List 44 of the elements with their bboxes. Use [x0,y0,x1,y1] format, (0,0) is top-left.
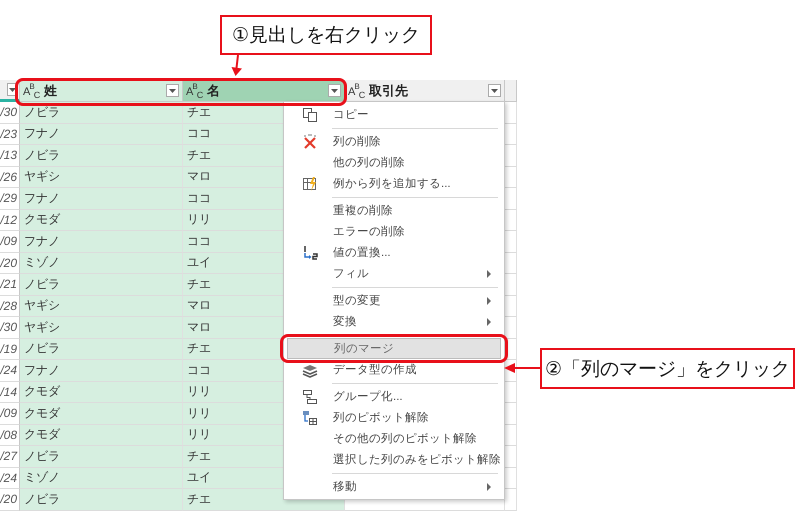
copy-icon [302,106,318,122]
table-cell: フナノ [20,231,183,252]
column-title: 取引先 [369,82,410,100]
column-title: 名 [207,82,222,100]
table-cell: ノビラ [20,489,183,510]
table-cell: クモダ [20,382,183,403]
table-cell: フナノ [20,188,183,210]
unpivot-icon [302,410,318,426]
delete-icon [302,134,318,150]
callout-box: ①見出しを右クリック [220,15,432,55]
table-cell: ノビラ [20,338,183,360]
caret-icon [8,88,16,92]
pointer-arrow [230,55,244,76]
dropdown-button[interactable] [166,84,179,97]
table-lightning-icon [302,176,318,192]
table-cell: ミゾノ [20,468,183,489]
table-cell: ノビラ [20,145,183,166]
submenu-arrow-icon [487,296,491,304]
pointer-arrow [504,362,540,374]
table-cell: クモダ [20,424,183,446]
table-cell: ヤギシ [20,296,183,317]
caret-icon [491,88,498,92]
table-cell: フナノ [20,124,183,145]
submenu-arrow-icon [487,318,491,326]
column-header[interactable]: A$^{B}$$_{C}$ 名 [183,80,345,102]
column-title: 姓 [44,82,58,100]
caret-icon [169,88,176,92]
table-cell: ヤギシ [20,166,183,188]
table-cell: ヤギシ [20,317,183,338]
table-cell: クモダ [20,210,183,231]
column-header[interactable]: A$^{B}$$_{C}$ 取引先 [345,80,505,102]
callout-box: ②「列のマージ」をクリック [540,348,795,389]
table-cell: フナノ [20,360,183,382]
table-cell: クモダ [20,403,183,424]
submenu-arrow-icon [487,482,491,490]
group-icon [302,388,318,404]
caret-icon [331,88,338,92]
table-cell: ノビラ [20,446,183,468]
table-cell: ノビラ [20,274,183,296]
column-header[interactable]: A$^{B}$$_{C}$ 姓 [20,80,183,102]
table-cell: ミゾノ [20,252,183,274]
dropdown-button[interactable] [488,84,501,97]
submenu-arrow-icon [487,270,491,278]
dropdown-button[interactable] [328,84,341,97]
